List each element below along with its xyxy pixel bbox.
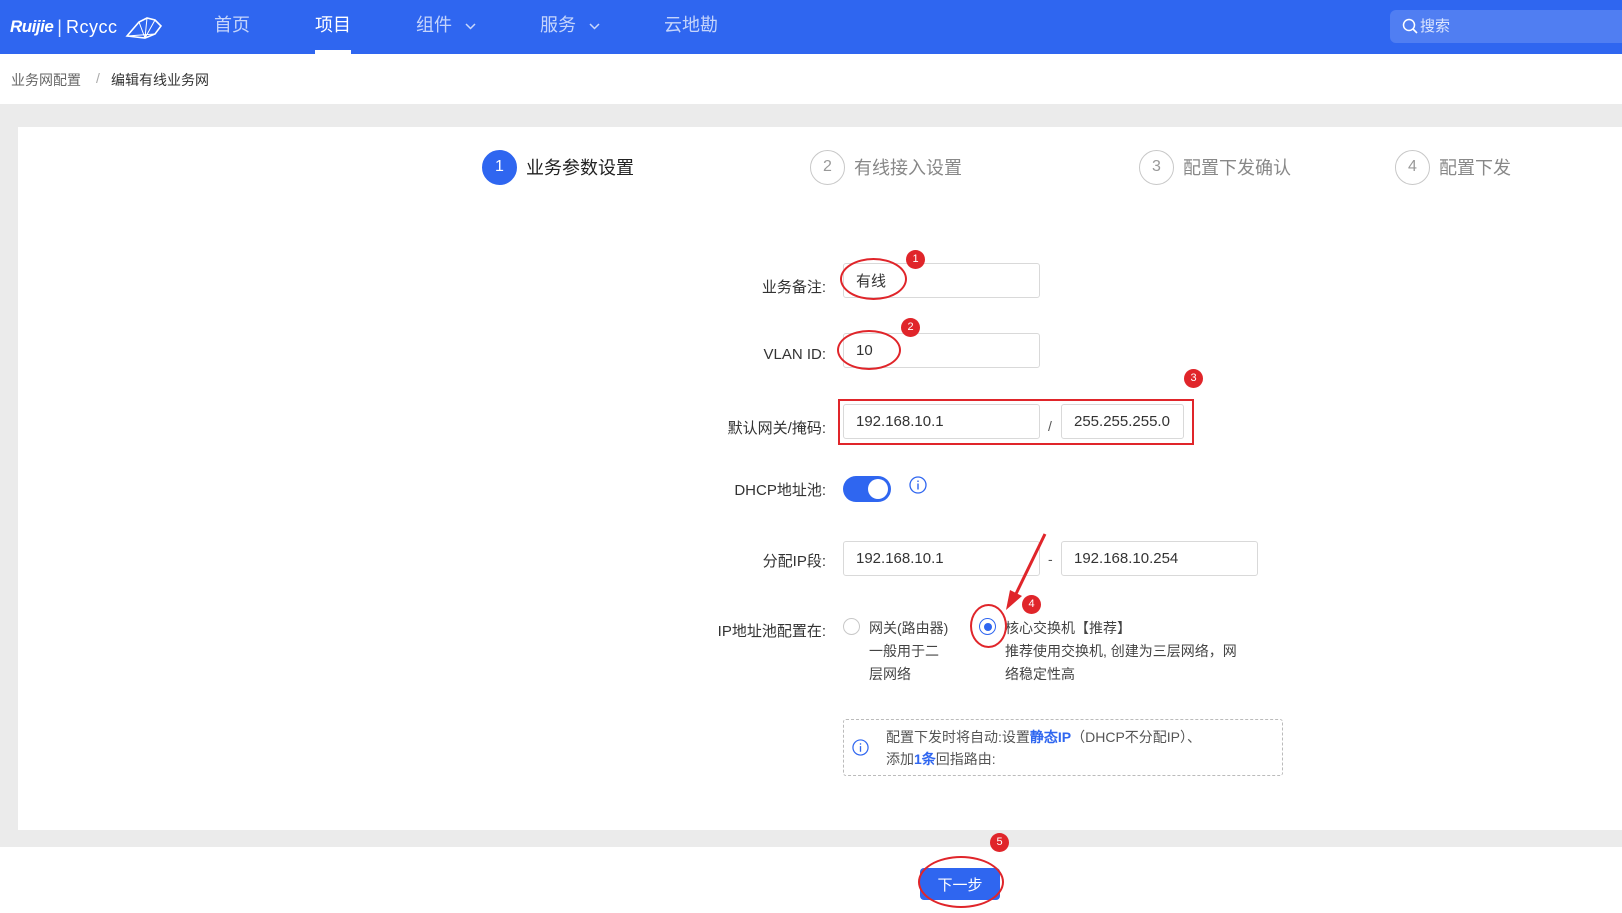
- mask-separator: /: [1048, 418, 1052, 434]
- radio-gateway-router[interactable]: [843, 618, 860, 635]
- logo-reyee-text: Rcycc: [65, 16, 118, 37]
- option-core-switch-desc-2: 络稳定性高: [1005, 666, 1075, 682]
- step-2-label: 有线接入设置: [854, 158, 962, 178]
- annotation-badge-2: 2: [901, 318, 920, 337]
- pool-location-label: IP地址池配置在:: [717, 623, 826, 640]
- notice-route-count: 1条: [914, 751, 936, 767]
- remark-label: 业务备注:: [761, 279, 826, 296]
- toggle-knob: [868, 479, 888, 499]
- notice-line-1: 配置下发时将自动:设置静态IP（DHCP不分配IP）、: [886, 726, 1201, 748]
- bird-logo-icon: [125, 17, 163, 39]
- vlan-id-input[interactable]: [843, 333, 1040, 368]
- dhcp-label: DHCP地址池:: [734, 482, 826, 499]
- vlan-label: VLAN ID:: [763, 346, 826, 363]
- nav-cloud-survey[interactable]: 云地勘: [664, 0, 718, 54]
- remark-input[interactable]: [843, 263, 1040, 298]
- nav-components-label: 组件: [416, 15, 452, 35]
- info-icon[interactable]: [909, 476, 927, 494]
- radio-core-switch[interactable]: [979, 618, 996, 635]
- notice-line-2: 添加1条回指路由:: [886, 748, 1201, 770]
- nav-services-label: 服务: [540, 15, 576, 35]
- step-3-number: 3: [1139, 149, 1174, 185]
- chevron-down-icon: [589, 23, 600, 30]
- step-4: 4 配置下发: [1395, 149, 1511, 185]
- notice-line-2-prefix: 添加: [886, 751, 914, 767]
- option-gateway-title: 网关(路由器): [869, 620, 949, 636]
- dhcp-toggle[interactable]: [843, 476, 891, 502]
- option-core-switch-text: 核心交换机【推荐】 推荐使用交换机, 创建为三层网络，网 络稳定性高: [1005, 617, 1237, 686]
- option-gateway-desc-2: 层网络: [869, 666, 911, 682]
- step-1-label: 业务参数设置: [526, 158, 634, 178]
- annotation-badge-1: 1: [906, 250, 925, 269]
- logo-separator: |: [57, 16, 62, 37]
- brand-logo[interactable]: Ruijie | Rcycc: [10, 12, 163, 42]
- option-gateway-text: 网关(路由器) 一般用于二 层网络: [869, 617, 948, 686]
- range-end-input[interactable]: [1061, 541, 1258, 576]
- breadcrumb-parent[interactable]: 业务网配置: [11, 70, 81, 90]
- notice-line-1-tail: （DHCP不分配IP）、: [1071, 729, 1202, 745]
- footer-bar: [0, 847, 1622, 913]
- next-step-button[interactable]: 下一步: [920, 868, 1000, 900]
- auto-config-notice: 配置下发时将自动:设置静态IP（DHCP不分配IP）、 添加1条回指路由:: [843, 719, 1283, 776]
- breadcrumb-current: 编辑有线业务网: [111, 72, 209, 88]
- step-2-number: 2: [810, 149, 845, 185]
- nav-components[interactable]: 组件: [416, 0, 476, 54]
- breadcrumb: 业务网配置 / 编辑有线业务网: [0, 54, 1622, 104]
- step-4-number: 4: [1395, 149, 1430, 185]
- annotation-badge-3: 3: [1184, 369, 1203, 388]
- notice-text: 配置下发时将自动:设置静态IP（DHCP不分配IP）、 添加1条回指路由:: [886, 726, 1201, 770]
- annotation-arrow-icon: [1006, 533, 1047, 610]
- annotation-badge-5: 5: [990, 833, 1009, 852]
- mask-input[interactable]: [1061, 404, 1184, 439]
- chevron-down-icon: [465, 23, 476, 30]
- nav-home[interactable]: 首页: [214, 0, 250, 54]
- step-3-label: 配置下发确认: [1183, 158, 1291, 178]
- step-3: 3 配置下发确认: [1139, 149, 1291, 185]
- option-core-switch-desc-1: 推荐使用交换机, 创建为三层网络，网: [1005, 643, 1237, 659]
- gateway-input[interactable]: [843, 404, 1040, 439]
- step-2: 2 有线接入设置: [810, 149, 962, 185]
- step-4-label: 配置下发: [1439, 158, 1511, 178]
- option-core-switch-title: 核心交换机【推荐】: [1005, 620, 1131, 636]
- info-icon: [852, 739, 869, 756]
- notice-line-1-prefix: 配置下发时将自动:设置: [886, 729, 1030, 745]
- search-icon: [1402, 18, 1418, 34]
- ip-range-label: 分配IP段:: [762, 553, 826, 570]
- step-1: 1 业务参数设置: [482, 149, 634, 185]
- option-gateway-desc-1: 一般用于二: [869, 643, 939, 659]
- logo-ruijie-text: Ruijie: [10, 17, 54, 36]
- step-1-number: 1: [482, 149, 517, 185]
- search-box[interactable]: [1390, 10, 1622, 43]
- nav-services[interactable]: 服务: [540, 0, 600, 54]
- breadcrumb-separator: /: [96, 70, 100, 86]
- notice-static-ip: 静态IP: [1029, 729, 1072, 745]
- top-nav-bar: Ruijie | Rcycc 首页 项目 组件 服务 云地勘: [0, 0, 1622, 54]
- gateway-mask-label: 默认网关/掩码:: [727, 420, 826, 437]
- search-input[interactable]: [1420, 10, 1610, 43]
- nav-project[interactable]: 项目: [315, 0, 351, 54]
- notice-line-2-tail: 回指路由:: [935, 751, 996, 767]
